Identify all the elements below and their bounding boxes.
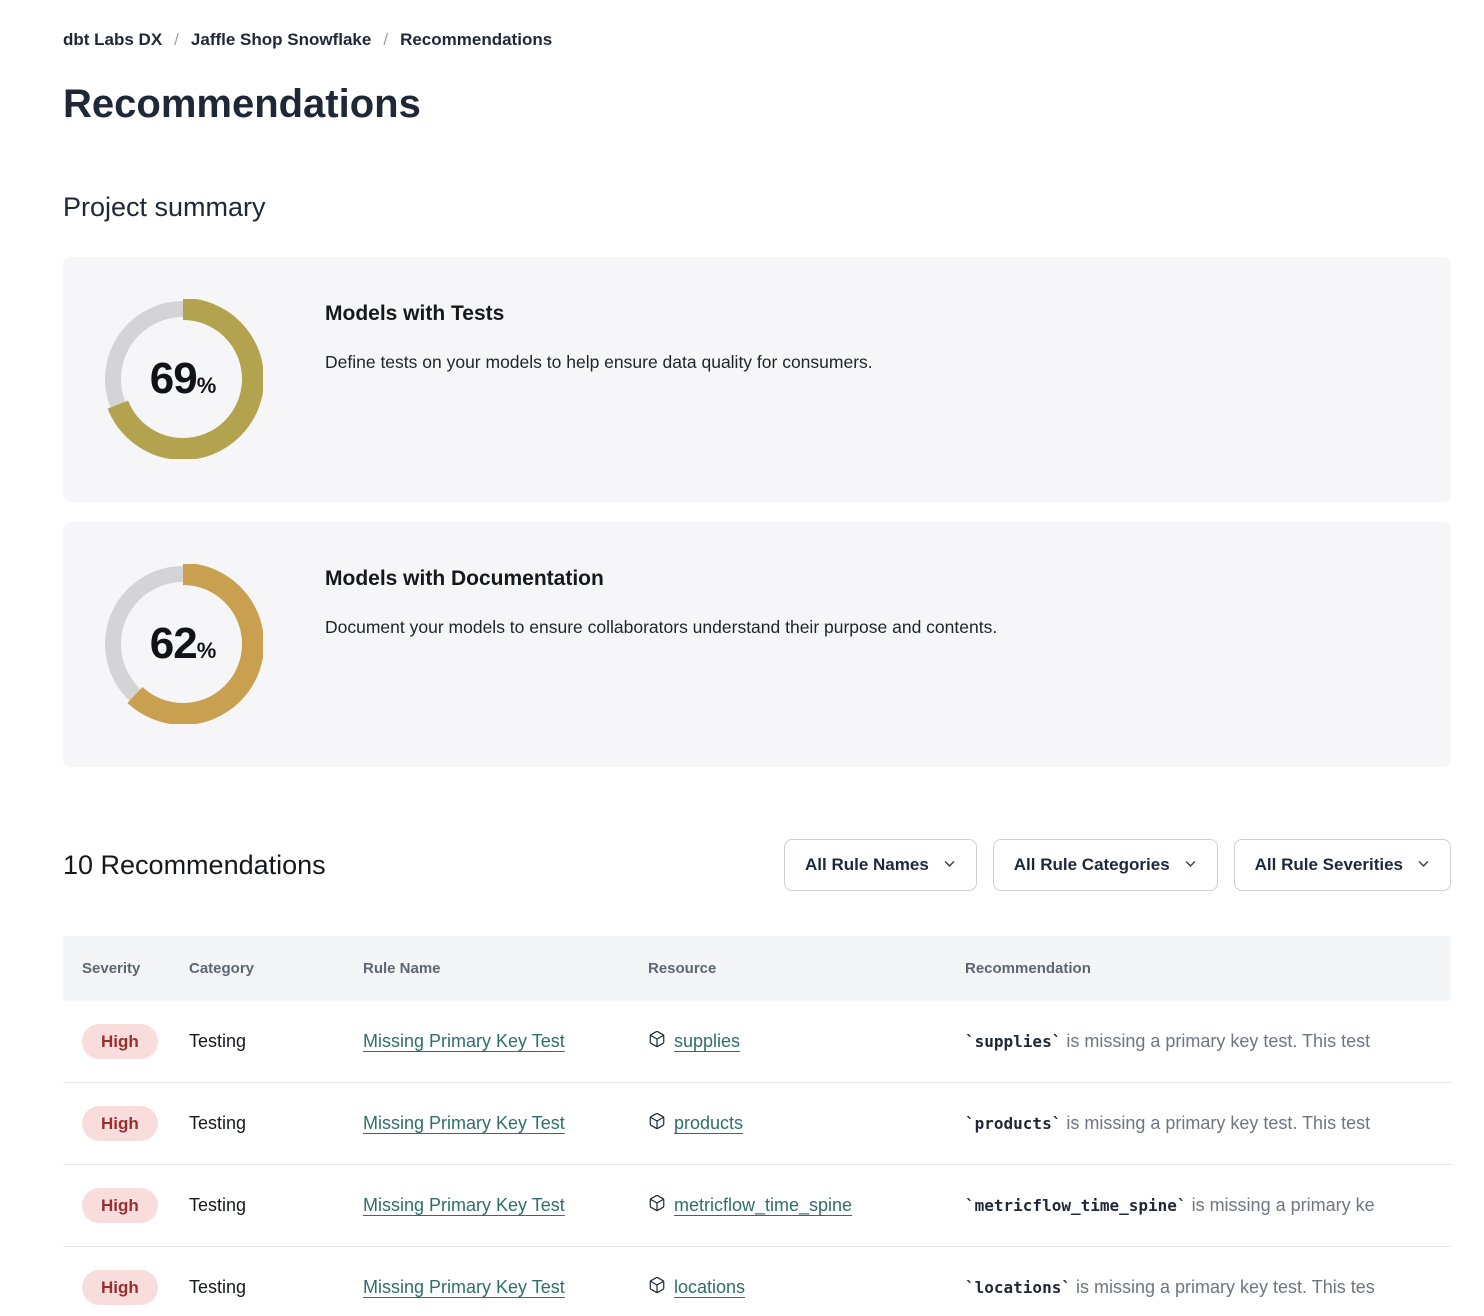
filter-rule-categories-dropdown[interactable]: All Rule Categories <box>993 839 1218 891</box>
package-cube-icon <box>648 1276 666 1299</box>
recommendations-page: dbt Labs DX / Jaffle Shop Snowflake / Re… <box>63 0 1451 1316</box>
rule-name-link[interactable]: Missing Primary Key Test <box>363 1195 565 1215</box>
column-header-rule-name: Rule Name <box>363 960 648 977</box>
recommendation-text: is missing a primary key test. This test <box>1061 1031 1370 1051</box>
recommendations-header: 10 Recommendations All Rule Names All Ru… <box>63 839 1451 891</box>
resource-link[interactable]: products <box>674 1113 743 1134</box>
recommendations-table: Severity Category Rule Name Resource Rec… <box>63 936 1451 1316</box>
category-cell: Testing <box>189 1195 363 1216</box>
summary-card-tests: 69 % Models with Tests Define tests on y… <box>63 257 1451 502</box>
chevron-down-icon <box>1417 855 1430 875</box>
resource-code: `locations` <box>965 1278 1071 1297</box>
column-header-category: Category <box>189 960 363 977</box>
category-cell: Testing <box>189 1031 363 1052</box>
rule-name-link[interactable]: Missing Primary Key Test <box>363 1113 565 1133</box>
filter-label: All Rule Severities <box>1255 855 1403 875</box>
filter-label: All Rule Names <box>805 855 929 875</box>
summary-card-documentation: 62 % Models with Documentation Document … <box>63 522 1451 767</box>
recommendation-text: is missing a primary key test. This tes <box>1071 1277 1375 1297</box>
percent-sign: % <box>197 638 217 664</box>
severity-badge: High <box>82 1024 158 1059</box>
category-cell: Testing <box>189 1277 363 1298</box>
card-content: Models with Tests Define tests on your m… <box>325 302 873 373</box>
package-cube-icon <box>648 1030 666 1053</box>
column-header-severity: Severity <box>63 960 189 977</box>
resource-link[interactable]: supplies <box>674 1031 740 1052</box>
column-header-resource: Resource <box>648 960 965 977</box>
page-title: Recommendations <box>63 80 1451 128</box>
resource-link[interactable]: locations <box>674 1277 745 1298</box>
chevron-down-icon <box>943 855 956 875</box>
donut-label: 69 % <box>103 299 263 459</box>
breadcrumb-separator: / <box>383 30 388 50</box>
recommendation-text: is missing a primary ke <box>1187 1195 1375 1215</box>
recommendation-cell: `supplies` is missing a primary key test… <box>965 1031 1451 1052</box>
package-cube-icon <box>648 1112 666 1135</box>
recommendation-cell: `products` is missing a primary key test… <box>965 1113 1451 1134</box>
filter-rule-names-dropdown[interactable]: All Rule Names <box>784 839 977 891</box>
breadcrumb: dbt Labs DX / Jaffle Shop Snowflake / Re… <box>63 30 1451 50</box>
table-row: High Testing Missing Primary Key Test su… <box>63 1001 1451 1083</box>
breadcrumb-separator: / <box>174 30 179 50</box>
recommendation-cell: `locations` is missing a primary key tes… <box>965 1277 1451 1298</box>
donut-label: 62 % <box>103 564 263 724</box>
table-header-row: Severity Category Rule Name Resource Rec… <box>63 936 1451 1001</box>
severity-badge: High <box>82 1188 158 1223</box>
table-row: High Testing Missing Primary Key Test me… <box>63 1165 1451 1247</box>
column-header-recommendation: Recommendation <box>965 960 1451 977</box>
recommendation-text: is missing a primary key test. This test <box>1061 1113 1370 1133</box>
rule-name-link[interactable]: Missing Primary Key Test <box>363 1277 565 1297</box>
resource-link[interactable]: metricflow_time_spine <box>674 1195 852 1216</box>
tests-donut-chart: 69 % <box>103 299 263 459</box>
severity-badge: High <box>82 1106 158 1141</box>
card-description: Document your models to ensure collabora… <box>325 617 997 638</box>
filters: All Rule Names All Rule Categories All R… <box>784 839 1451 891</box>
chevron-down-icon <box>1184 855 1197 875</box>
resource-code: `supplies` <box>965 1032 1061 1051</box>
card-title: Models with Tests <box>325 302 873 326</box>
resource-code: `products` <box>965 1114 1061 1133</box>
category-cell: Testing <box>189 1113 363 1134</box>
recommendation-cell: `metricflow_time_spine` is missing a pri… <box>965 1195 1451 1216</box>
package-cube-icon <box>648 1194 666 1217</box>
rule-name-link[interactable]: Missing Primary Key Test <box>363 1031 565 1051</box>
docs-donut-chart: 62 % <box>103 564 263 724</box>
filter-label: All Rule Categories <box>1014 855 1170 875</box>
recommendations-count-heading: 10 Recommendations <box>63 850 326 881</box>
card-description: Define tests on your models to help ensu… <box>325 352 873 373</box>
project-summary-heading: Project summary <box>63 192 1451 223</box>
breadcrumb-item-project[interactable]: dbt Labs DX <box>63 30 162 50</box>
card-content: Models with Documentation Document your … <box>325 567 997 638</box>
percent-value: 69 <box>150 354 197 404</box>
breadcrumb-item-current: Recommendations <box>400 30 552 50</box>
percent-sign: % <box>197 373 217 399</box>
filter-rule-severities-dropdown[interactable]: All Rule Severities <box>1234 839 1451 891</box>
table-row: High Testing Missing Primary Key Test pr… <box>63 1083 1451 1165</box>
resource-code: `metricflow_time_spine` <box>965 1196 1187 1215</box>
table-row: High Testing Missing Primary Key Test lo… <box>63 1247 1451 1316</box>
percent-value: 62 <box>150 619 197 669</box>
breadcrumb-item-environment[interactable]: Jaffle Shop Snowflake <box>191 30 371 50</box>
card-title: Models with Documentation <box>325 567 997 591</box>
severity-badge: High <box>82 1270 158 1305</box>
